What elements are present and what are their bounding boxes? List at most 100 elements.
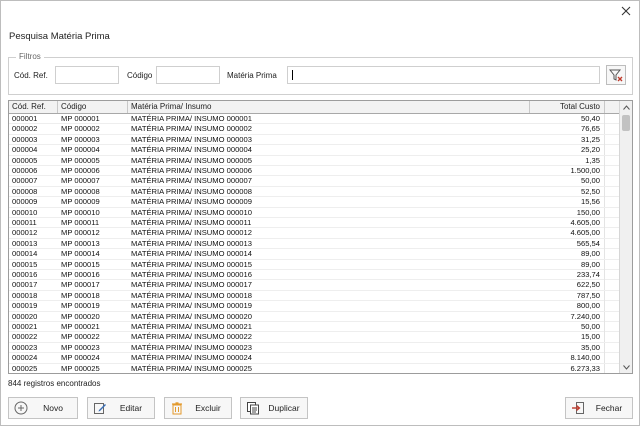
table-row[interactable]: 000002 MP 000002 MATÉRIA PRIMA/ INSUMO 000… bbox=[9, 124, 620, 135]
scroll-down-button[interactable] bbox=[620, 361, 632, 373]
cell-materia-prima: MATÉRIA PRIMA/ INSUMO 000024 bbox=[131, 353, 252, 363]
materia-prima-grid[interactable]: Cód. Ref. Código Matéria Prima/ Insumo T… bbox=[8, 100, 633, 374]
clear-filter-button[interactable] bbox=[606, 65, 626, 85]
close-button[interactable] bbox=[617, 4, 635, 18]
cell-codigo: MP 000013 bbox=[61, 238, 100, 248]
cell-materia-prima: MATÉRIA PRIMA/ INSUMO 000010 bbox=[131, 207, 252, 217]
edit-icon bbox=[92, 400, 108, 416]
duplicar-button[interactable]: Duplicar bbox=[240, 397, 308, 419]
scroll-up-button[interactable] bbox=[620, 101, 632, 113]
table-row[interactable]: 000004 MP 000004 MATÉRIA PRIMA/ INSUMO 000… bbox=[9, 145, 620, 156]
grid-header: Cód. Ref. Código Matéria Prima/ Insumo T… bbox=[9, 101, 620, 114]
cell-codigo: MP 000002 bbox=[61, 124, 100, 134]
table-row[interactable]: 000010 MP 000010 MATÉRIA PRIMA/ INSUMO 000… bbox=[9, 207, 620, 218]
codigo-label: Código bbox=[127, 71, 153, 80]
cell-materia-prima: MATÉRIA PRIMA/ INSUMO 000009 bbox=[131, 197, 252, 207]
cell-total-custo: 787,50 bbox=[530, 290, 605, 301]
editar-button[interactable]: Editar bbox=[87, 397, 155, 419]
table-row[interactable]: 000013 MP 000013 MATÉRIA PRIMA/ INSUMO 000… bbox=[9, 238, 620, 250]
editar-label: Editar bbox=[119, 403, 143, 413]
cell-codigo: MP 000023 bbox=[61, 342, 100, 352]
cell-materia-prima: MATÉRIA PRIMA/ INSUMO 000003 bbox=[131, 134, 252, 144]
filter-clear-icon bbox=[609, 69, 623, 82]
table-row[interactable]: 000023 MP 000023 MATÉRIA PRIMA/ INSUMO 000… bbox=[9, 342, 620, 354]
col-header-materia-prima[interactable]: Matéria Prima/ Insumo bbox=[128, 101, 530, 113]
cell-cod-ref: 000011 bbox=[12, 218, 37, 227]
cell-codigo: MP 000021 bbox=[61, 322, 100, 331]
excluir-button[interactable]: Excluir bbox=[164, 397, 232, 419]
cell-materia-prima: MATÉRIA PRIMA/ INSUMO 000002 bbox=[131, 124, 252, 134]
cell-cod-ref: 000005 bbox=[12, 155, 38, 165]
cell-codigo: MP 000015 bbox=[61, 259, 100, 269]
cell-total-custo: 800,00 bbox=[530, 301, 605, 312]
table-row[interactable]: 000016 MP 000016 MATÉRIA PRIMA/ INSUMO 000… bbox=[9, 270, 620, 281]
table-row[interactable]: 000003 MP 000003 MATÉRIA PRIMA/ INSUMO 000… bbox=[9, 134, 620, 146]
table-row[interactable]: 000018 MP 000018 MATÉRIA PRIMA/ INSUMO 000… bbox=[9, 290, 620, 302]
cell-total-custo: 25,20 bbox=[530, 145, 605, 156]
table-row[interactable]: 000007 MP 000007 MATÉRIA PRIMA/ INSUMO 000… bbox=[9, 176, 620, 187]
table-row[interactable]: 000020 MP 000020 MATÉRIA PRIMA/ INSUMO 000… bbox=[9, 311, 620, 322]
col-header-total-custo[interactable]: Total Custo bbox=[530, 101, 605, 113]
cell-codigo: MP 000007 bbox=[61, 176, 100, 186]
cell-total-custo: 89,00 bbox=[530, 259, 605, 270]
cod-ref-input[interactable] bbox=[55, 66, 119, 84]
cell-cod-ref: 000012 bbox=[12, 228, 38, 238]
table-row[interactable]: 000025 MP 000025 MATÉRIA PRIMA/ INSUMO 000… bbox=[9, 363, 620, 373]
cell-codigo: MP 000009 bbox=[61, 197, 100, 207]
col-header-cod-ref[interactable]: Cód. Ref. bbox=[9, 101, 58, 113]
table-row[interactable]: 000015 MP 000015 MATÉRIA PRIMA/ INSUMO 000… bbox=[9, 259, 620, 270]
scroll-thumb[interactable] bbox=[622, 115, 630, 131]
cell-materia-prima: MATÉRIA PRIMA/ INSUMO 000001 bbox=[131, 114, 252, 123]
exit-icon bbox=[570, 400, 586, 416]
table-row[interactable]: 000017 MP 000017 MATÉRIA PRIMA/ INSUMO 000… bbox=[9, 280, 620, 291]
table-row[interactable]: 000019 MP 000019 MATÉRIA PRIMA/ INSUMO 000… bbox=[9, 301, 620, 312]
novo-button[interactable]: Novo bbox=[8, 397, 78, 419]
cell-total-custo: 89,00 bbox=[530, 249, 605, 260]
cell-total-custo: 622,50 bbox=[530, 280, 605, 291]
cell-total-custo: 4.605,00 bbox=[530, 228, 605, 239]
cell-codigo: MP 000006 bbox=[61, 166, 100, 175]
cell-materia-prima: MATÉRIA PRIMA/ INSUMO 000017 bbox=[131, 280, 252, 290]
table-row[interactable]: 000022 MP 000022 MATÉRIA PRIMA/ INSUMO 000… bbox=[9, 332, 620, 343]
table-row[interactable]: 000011 MP 000011 MATÉRIA PRIMA/ INSUMO 000… bbox=[9, 218, 620, 229]
materia-prima-input[interactable] bbox=[287, 66, 600, 84]
cell-cod-ref: 000021 bbox=[12, 322, 38, 331]
table-row[interactable]: 000012 MP 000012 MATÉRIA PRIMA/ INSUMO 000… bbox=[9, 228, 620, 239]
text-caret bbox=[292, 70, 293, 80]
table-row[interactable]: 000001 MP 000001 MATÉRIA PRIMA/ INSUMO 000… bbox=[9, 114, 620, 125]
materia-prima-label: Matéria Prima bbox=[227, 71, 277, 80]
cell-total-custo: 50,40 bbox=[530, 114, 605, 124]
cell-codigo: MP 000018 bbox=[61, 290, 100, 300]
cell-materia-prima: MATÉRIA PRIMA/ INSUMO 000022 bbox=[131, 332, 252, 342]
cell-total-custo: 76,65 bbox=[530, 124, 605, 135]
cell-codigo: MP 000019 bbox=[61, 301, 100, 311]
table-row[interactable]: 000021 MP 000021 MATÉRIA PRIMA/ INSUMO 000… bbox=[9, 322, 620, 333]
fechar-button[interactable]: Fechar bbox=[565, 397, 633, 419]
col-header-codigo[interactable]: Código bbox=[58, 101, 128, 113]
cell-total-custo: 35,00 bbox=[530, 342, 605, 353]
cell-cod-ref: 000014 bbox=[12, 249, 38, 259]
table-row[interactable]: 000005 MP 000005 MATÉRIA PRIMA/ INSUMO 000… bbox=[9, 155, 620, 166]
cell-cod-ref: 000018 bbox=[12, 290, 38, 300]
table-row[interactable]: 000008 MP 000008 MATÉRIA PRIMA/ INSUMO 000… bbox=[9, 186, 620, 198]
table-row[interactable]: 000014 MP 000014 MATÉRIA PRIMA/ INSUMO 000… bbox=[9, 249, 620, 260]
trash-icon bbox=[169, 400, 185, 416]
codigo-input[interactable] bbox=[156, 66, 220, 84]
cell-cod-ref: 000023 bbox=[12, 342, 38, 352]
cell-codigo: MP 000012 bbox=[61, 228, 100, 238]
cell-cod-ref: 000004 bbox=[12, 145, 38, 155]
cod-ref-label: Cód. Ref. bbox=[14, 71, 48, 80]
cell-cod-ref: 000013 bbox=[12, 238, 38, 248]
table-row[interactable]: 000006 MP 000006 MATÉRIA PRIMA/ INSUMO 000… bbox=[9, 166, 620, 177]
window-title: Pesquisa Matéria Prima bbox=[9, 31, 110, 42]
table-row[interactable]: 000024 MP 000024 MATÉRIA PRIMA/ INSUMO 000… bbox=[9, 353, 620, 364]
novo-label: Novo bbox=[43, 403, 63, 413]
cell-cod-ref: 000016 bbox=[12, 270, 38, 279]
cell-codigo: MP 000001 bbox=[61, 114, 100, 123]
vertical-scrollbar[interactable] bbox=[619, 101, 632, 373]
cell-total-custo: 15,56 bbox=[530, 197, 605, 208]
table-row[interactable]: 000009 MP 000009 MATÉRIA PRIMA/ INSUMO 000… bbox=[9, 197, 620, 208]
filter-legend: Filtros bbox=[16, 52, 44, 61]
record-count-status: 844 registros encontrados bbox=[8, 379, 101, 388]
cell-codigo: MP 000017 bbox=[61, 280, 100, 290]
